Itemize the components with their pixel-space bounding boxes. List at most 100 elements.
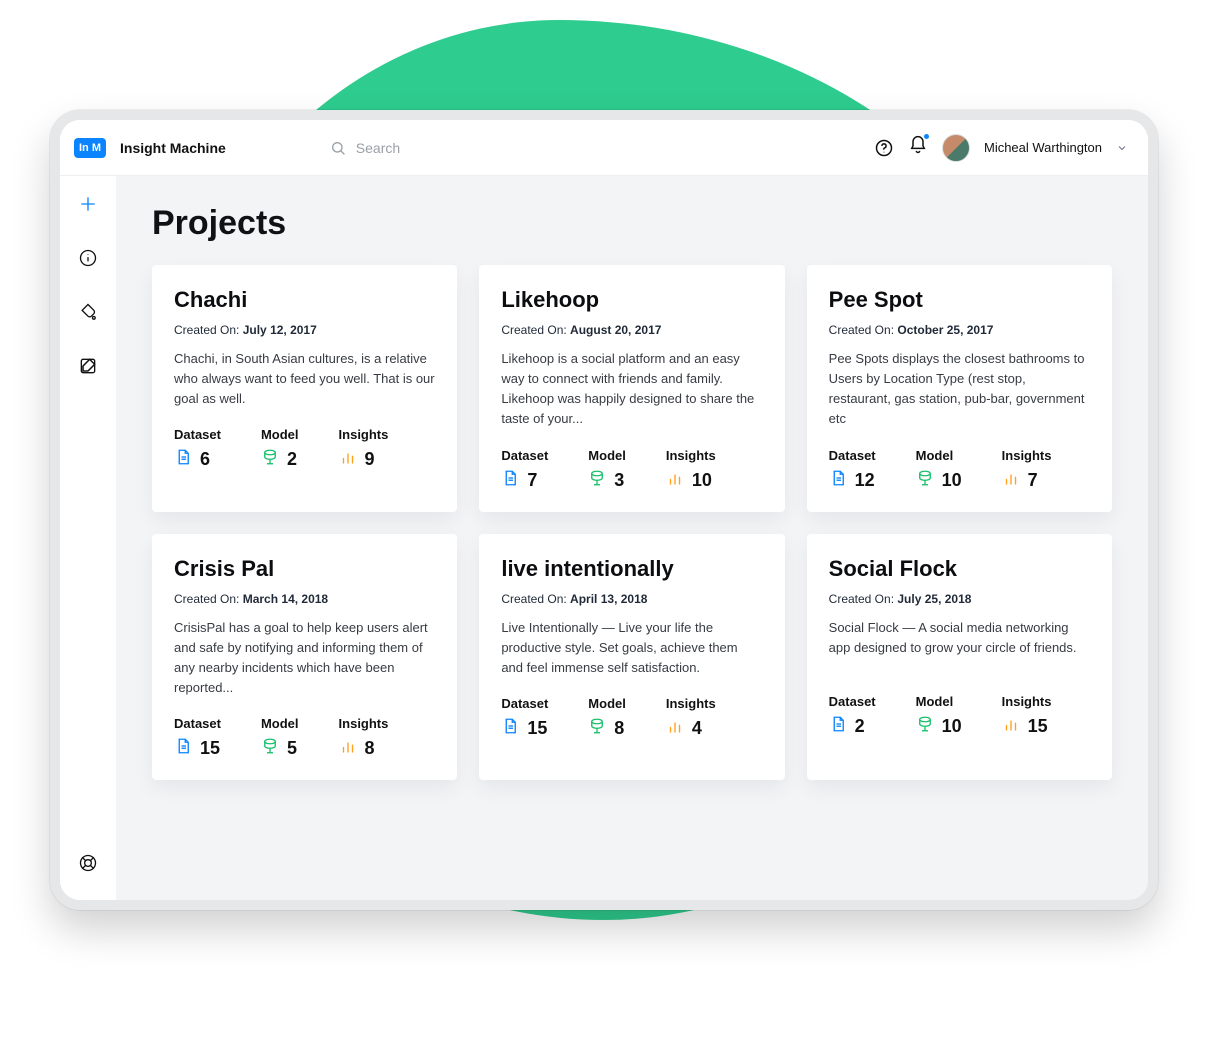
model-count: 2 (287, 449, 297, 470)
project-card[interactable]: Pee Spot Created On: October 25, 2017 Pe… (807, 265, 1112, 512)
insights-icon (666, 469, 684, 492)
project-card[interactable]: Likehoop Created On: August 20, 2017 Lik… (479, 265, 784, 512)
insights-icon (339, 448, 357, 471)
model-label: Model (588, 696, 626, 711)
insights-count: 7 (1028, 470, 1038, 491)
notification-dot (923, 133, 930, 140)
model-label: Model (261, 427, 299, 442)
project-description: Pee Spots displays the closest bathrooms… (829, 349, 1090, 430)
dataset-label: Dataset (829, 694, 876, 709)
add-icon[interactable] (78, 194, 98, 214)
lifebuoy-icon[interactable] (78, 853, 98, 873)
project-created: Created On: July 25, 2018 (829, 592, 1090, 606)
model-icon (261, 448, 279, 471)
edit-icon[interactable] (78, 356, 98, 376)
avatar[interactable] (942, 134, 970, 162)
model-label: Model (916, 448, 962, 463)
search-input[interactable] (356, 140, 616, 156)
dataset-icon (501, 717, 519, 740)
dataset-icon (829, 715, 847, 738)
user-name: Micheal Warthington (984, 140, 1102, 155)
project-created: Created On: August 20, 2017 (501, 323, 762, 337)
dataset-label: Dataset (501, 448, 548, 463)
model-label: Model (588, 448, 626, 463)
insights-count: 4 (692, 718, 702, 739)
project-title: Crisis Pal (174, 556, 435, 582)
dataset-icon (829, 469, 847, 492)
dataset-label: Dataset (501, 696, 548, 711)
dataset-icon (501, 469, 519, 492)
model-count: 8 (614, 718, 624, 739)
model-icon (916, 715, 934, 738)
project-description: CrisisPal has a goal to help keep users … (174, 618, 435, 699)
insights-label: Insights (1002, 694, 1052, 709)
dataset-count: 2 (855, 716, 865, 737)
project-card[interactable]: Social Flock Created On: July 25, 2018 S… (807, 534, 1112, 781)
model-icon (916, 469, 934, 492)
topbar: In M Insight Machine Micheal Warthington (60, 120, 1148, 176)
project-card[interactable]: Chachi Created On: July 12, 2017 Chachi,… (152, 265, 457, 512)
project-title: Pee Spot (829, 287, 1090, 313)
logo-badge: In M (74, 138, 106, 158)
project-card[interactable]: Crisis Pal Created On: March 14, 2018 Cr… (152, 534, 457, 781)
dataset-label: Dataset (174, 716, 221, 731)
dataset-icon (174, 737, 192, 760)
brand-name: Insight Machine (120, 140, 226, 156)
help-icon[interactable] (874, 138, 894, 158)
info-icon[interactable] (78, 248, 98, 268)
paint-icon[interactable] (78, 302, 98, 322)
project-created: Created On: October 25, 2017 (829, 323, 1090, 337)
model-count: 10 (942, 716, 962, 737)
insights-icon (666, 717, 684, 740)
project-created: Created On: March 14, 2018 (174, 592, 435, 606)
insights-label: Insights (666, 696, 716, 711)
insights-label: Insights (339, 427, 389, 442)
insights-icon (1002, 715, 1020, 738)
project-title: Social Flock (829, 556, 1090, 582)
project-card[interactable]: live intentionally Created On: April 13,… (479, 534, 784, 781)
project-description: Live Intentionally — Live your life the … (501, 618, 762, 678)
project-description: Social Flock — A social media networking… (829, 618, 1090, 676)
project-description: Likehoop is a social platform and an eas… (501, 349, 762, 430)
insights-label: Insights (339, 716, 389, 731)
project-created: Created On: April 13, 2018 (501, 592, 762, 606)
sidebar (60, 176, 116, 900)
project-created: Created On: July 12, 2017 (174, 323, 435, 337)
project-title: Likehoop (501, 287, 762, 313)
dataset-count: 15 (200, 738, 220, 759)
page-title: Projects (152, 204, 1112, 243)
project-stats: Dataset 6 Model 2 Insights 9 (174, 427, 435, 471)
insights-count: 10 (692, 470, 712, 491)
chevron-down-icon[interactable] (1116, 142, 1128, 154)
project-title: live intentionally (501, 556, 762, 582)
project-title: Chachi (174, 287, 435, 313)
insights-count: 8 (365, 738, 375, 759)
project-stats: Dataset 12 Model 10 Insights 7 (829, 448, 1090, 492)
project-stats: Dataset 2 Model 10 Insights 15 (829, 694, 1090, 738)
project-stats: Dataset 15 Model 8 Insights 4 (501, 696, 762, 740)
project-description: Chachi, in South Asian cultures, is a re… (174, 349, 435, 409)
dataset-label: Dataset (174, 427, 221, 442)
search-icon (330, 140, 346, 156)
dataset-count: 12 (855, 470, 875, 491)
dataset-count: 15 (527, 718, 547, 739)
insights-count: 9 (365, 449, 375, 470)
insights-count: 15 (1028, 716, 1048, 737)
model-label: Model (261, 716, 299, 731)
main-content: Projects Chachi Created On: July 12, 201… (116, 176, 1148, 900)
model-icon (588, 717, 606, 740)
notifications-button[interactable] (908, 135, 928, 160)
project-stats: Dataset 15 Model 5 Insights 8 (174, 716, 435, 760)
model-icon (261, 737, 279, 760)
dataset-count: 7 (527, 470, 537, 491)
projects-grid: Chachi Created On: July 12, 2017 Chachi,… (152, 265, 1112, 780)
model-count: 10 (942, 470, 962, 491)
dataset-count: 6 (200, 449, 210, 470)
model-count: 5 (287, 738, 297, 759)
insights-label: Insights (666, 448, 716, 463)
insights-icon (339, 737, 357, 760)
project-stats: Dataset 7 Model 3 Insights 10 (501, 448, 762, 492)
insights-label: Insights (1002, 448, 1052, 463)
dataset-icon (174, 448, 192, 471)
search-field[interactable] (330, 140, 616, 156)
